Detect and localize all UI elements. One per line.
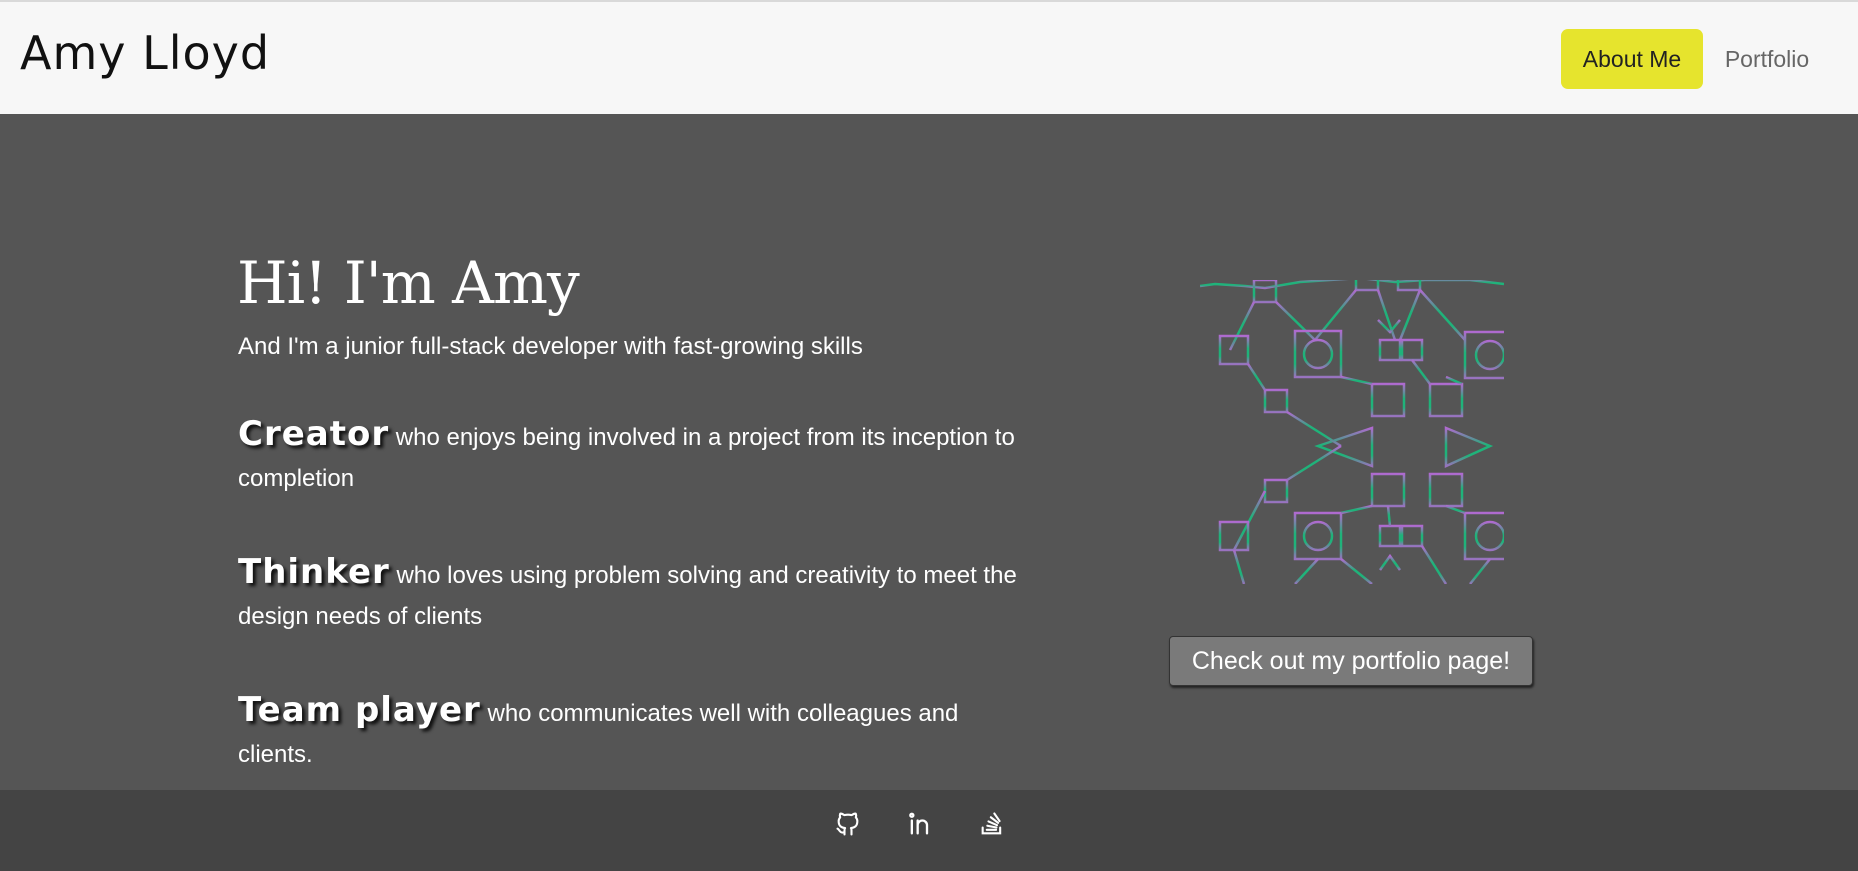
stack-overflow-icon[interactable] (978, 810, 1006, 838)
trait-term: Team player (238, 690, 481, 730)
geometric-network-graphic (1200, 280, 1504, 584)
nav-portfolio[interactable]: Portfolio (1705, 29, 1829, 89)
hero-title: Hi! I'm Amy (237, 249, 580, 317)
site-header: Amy Lloyd About Me Portfolio (0, 2, 1858, 114)
hero-subtitle: And I'm a junior full-stack developer wi… (238, 333, 863, 360)
portfolio-cta-button[interactable]: Check out my portfolio page! (1169, 636, 1533, 686)
trait-creator: Creator who enjoys being involved in a p… (238, 414, 1018, 499)
trait-team-player: Team player who communicates well with c… (238, 690, 1018, 775)
linkedin-icon[interactable] (906, 810, 934, 838)
trait-thinker: Thinker who loves using problem solving … (238, 552, 1018, 637)
nav-about-me[interactable]: About Me (1561, 29, 1703, 89)
github-icon[interactable] (834, 810, 862, 838)
trait-term: Creator (238, 414, 390, 454)
trait-term: Thinker (238, 552, 390, 592)
site-brand[interactable]: Amy Lloyd (20, 26, 270, 80)
site-footer (0, 790, 1858, 871)
main-content: Hi! I'm Amy And I'm a junior full-stack … (0, 114, 1858, 790)
